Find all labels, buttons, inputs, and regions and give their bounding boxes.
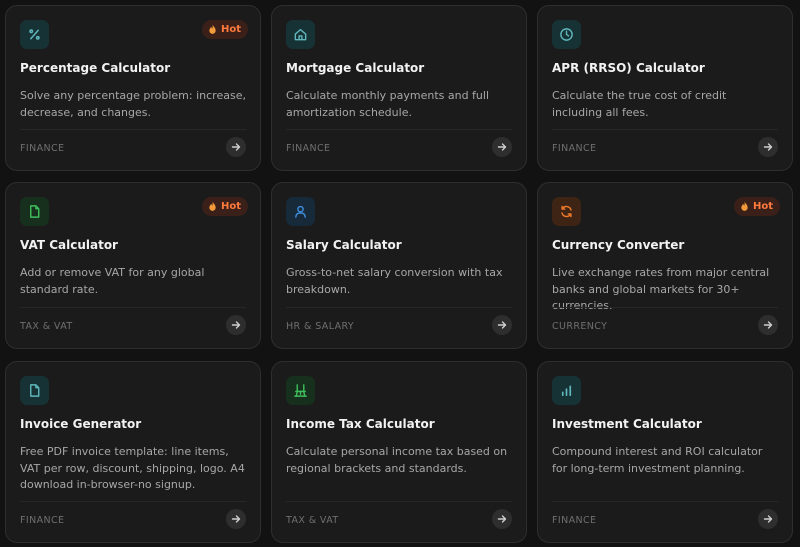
clock-icon: [552, 20, 581, 49]
card-description: Gross-to-net salary conversion with tax …: [286, 266, 503, 296]
document-icon: [20, 376, 49, 405]
open-arrow-button[interactable]: [492, 137, 512, 157]
arrow-right-icon: [497, 515, 507, 523]
arrow-right-icon: [497, 321, 507, 329]
card-description: Solve any percentage problem: increase, …: [20, 89, 246, 119]
arrow-right-icon: [763, 321, 773, 329]
card-footer: FINANCE: [20, 129, 246, 170]
flame-icon: [209, 201, 216, 211]
hot-label: Hot: [220, 201, 241, 212]
percent-icon: [20, 20, 49, 49]
card-category: TAX & VAT: [20, 321, 73, 332]
open-arrow-button[interactable]: [758, 315, 778, 335]
hot-label: Hot: [752, 201, 773, 212]
card-footer: FINANCE: [552, 501, 778, 542]
flame-icon: [209, 24, 216, 34]
card-category: FINANCE: [552, 143, 597, 154]
chair-icon: [286, 376, 315, 405]
card-title: Salary Calculator: [286, 238, 402, 252]
arrow-right-icon: [763, 515, 773, 523]
open-arrow-button[interactable]: [226, 315, 246, 335]
card-category: CURRENCY: [552, 321, 608, 332]
open-arrow-button[interactable]: [226, 509, 246, 529]
card-investment-calculator[interactable]: Investment Calculator Compound interest …: [537, 361, 793, 543]
card-currency-converter[interactable]: Hot Currency Converter Live exchange rat…: [537, 182, 793, 349]
bar-chart-icon: [552, 376, 581, 405]
open-arrow-button[interactable]: [226, 137, 246, 157]
card-title: VAT Calculator: [20, 238, 118, 252]
card-description: Free PDF invoice template: line items, V…: [20, 445, 245, 491]
arrow-right-icon: [231, 515, 241, 523]
card-footer: FINANCE: [286, 129, 512, 170]
card-mortgage-calculator[interactable]: Mortgage Calculator Calculate monthly pa…: [271, 5, 527, 171]
card-description: Compound interest and ROI calculator for…: [552, 445, 763, 475]
card-apr-calculator[interactable]: APR (RRSO) Calculator Calculate the true…: [537, 5, 793, 171]
card-title: Invoice Generator: [20, 417, 142, 431]
card-category: FINANCE: [20, 143, 65, 154]
card-title: APR (RRSO) Calculator: [552, 61, 705, 75]
flame-icon: [741, 201, 748, 211]
card-footer: CURRENCY: [552, 307, 778, 348]
card-category: FINANCE: [20, 515, 65, 526]
open-arrow-button[interactable]: [492, 509, 512, 529]
arrow-right-icon: [497, 143, 507, 151]
card-income-tax-calculator[interactable]: Income Tax Calculator Calculate personal…: [271, 361, 527, 543]
card-footer: TAX & VAT: [20, 307, 246, 348]
open-arrow-button[interactable]: [492, 315, 512, 335]
card-description: Calculate personal income tax based on r…: [286, 445, 508, 475]
card-category: FINANCE: [552, 515, 597, 526]
hot-badge: Hot: [201, 20, 248, 39]
card-title: Currency Converter: [552, 238, 685, 252]
refresh-icon: [552, 197, 581, 226]
open-arrow-button[interactable]: [758, 137, 778, 157]
card-category: FINANCE: [286, 143, 331, 154]
arrow-right-icon: [763, 143, 773, 151]
document-icon: [20, 197, 49, 226]
card-footer: FINANCE: [20, 501, 246, 542]
card-invoice-generator[interactable]: Invoice Generator Free PDF invoice templ…: [5, 361, 261, 543]
calculator-grid: Hot Percentage Calculator Solve any perc…: [0, 0, 800, 547]
card-percentage-calculator[interactable]: Hot Percentage Calculator Solve any perc…: [5, 5, 261, 171]
card-description: Calculate monthly payments and full amor…: [286, 89, 490, 119]
hot-label: Hot: [220, 24, 241, 35]
card-title: Investment Calculator: [552, 417, 702, 431]
card-vat-calculator[interactable]: Hot VAT Calculator Add or remove VAT for…: [5, 182, 261, 349]
card-description: Calculate the true cost of credit includ…: [552, 89, 727, 119]
card-description: Add or remove VAT for any global standar…: [20, 266, 205, 296]
card-salary-calculator[interactable]: Salary Calculator Gross-to-net salary co…: [271, 182, 527, 349]
arrow-right-icon: [231, 321, 241, 329]
hot-badge: Hot: [733, 197, 780, 216]
card-category: HR & SALARY: [286, 321, 355, 332]
hot-badge: Hot: [201, 197, 248, 216]
card-title: Mortgage Calculator: [286, 61, 425, 75]
card-footer: HR & SALARY: [286, 307, 512, 348]
card-category: TAX & VAT: [286, 515, 339, 526]
card-title: Percentage Calculator: [20, 61, 171, 75]
open-arrow-button[interactable]: [758, 509, 778, 529]
arrow-right-icon: [231, 143, 241, 151]
card-footer: FINANCE: [552, 129, 778, 170]
card-title: Income Tax Calculator: [286, 417, 435, 431]
card-footer: TAX & VAT: [286, 501, 512, 542]
home-icon: [286, 20, 315, 49]
user-icon: [286, 197, 315, 226]
